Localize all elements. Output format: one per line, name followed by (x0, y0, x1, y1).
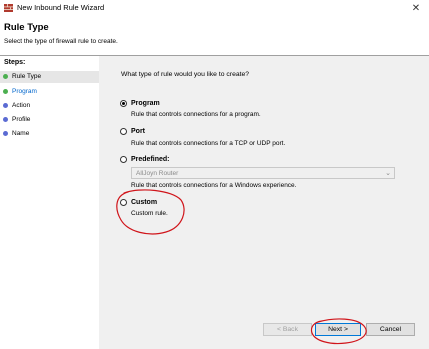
step-label: Action (12, 102, 31, 109)
program-option-label[interactable]: Program (131, 100, 160, 107)
rule-type-question: What type of rule would you like to crea… (121, 71, 250, 78)
radio-selected-dot (122, 102, 125, 105)
close-button[interactable]: ✕ (403, 0, 429, 16)
step-program[interactable]: Program (0, 86, 99, 98)
predefined-radio[interactable] (120, 156, 127, 163)
window-title: New Inbound Rule Wizard (17, 3, 105, 12)
step-action: Action (0, 100, 99, 112)
custom-radio[interactable] (120, 199, 127, 206)
step-label: Rule Type (12, 73, 42, 80)
chevron-down-icon: ⌄ (385, 170, 391, 177)
port-radio[interactable] (120, 128, 127, 135)
step-label: Name (12, 130, 30, 137)
close-icon: ✕ (411, 2, 421, 14)
custom-option-description: Custom rule. (131, 210, 168, 217)
next-button[interactable]: Next > (315, 323, 361, 336)
custom-option-label[interactable]: Custom (131, 199, 157, 206)
back-button[interactable]: < Back (263, 323, 312, 336)
port-option-description: Rule that controls connections for a TCP… (131, 140, 286, 147)
step-status-icon (3, 117, 8, 122)
step-status-icon (3, 74, 8, 79)
predefined-option-description: Rule that controls connections for a Win… (131, 182, 297, 189)
page-subtitle: Select the type of firewall rule to crea… (4, 38, 118, 45)
step-status-icon (3, 89, 8, 94)
steps-heading: Steps: (4, 59, 26, 66)
program-option-description: Rule that controls connections for a pro… (131, 111, 261, 118)
predefined-option-label[interactable]: Predefined: (131, 156, 170, 163)
program-radio[interactable] (120, 100, 127, 107)
step-profile: Profile (0, 114, 99, 126)
step-label: Program (12, 88, 37, 95)
predefined-dropdown: AllJoyn Router ⌄ (131, 167, 395, 179)
step-rule-type: Rule Type (0, 71, 99, 83)
step-label: Profile (12, 116, 31, 123)
step-status-icon (3, 131, 8, 136)
dropdown-value: AllJoyn Router (136, 170, 179, 177)
port-option-label[interactable]: Port (131, 128, 145, 135)
firewall-app-icon (4, 4, 13, 12)
step-status-icon (3, 103, 8, 108)
page-title: Rule Type (4, 22, 49, 33)
cancel-button[interactable]: Cancel (366, 323, 415, 336)
step-name: Name (0, 128, 99, 140)
